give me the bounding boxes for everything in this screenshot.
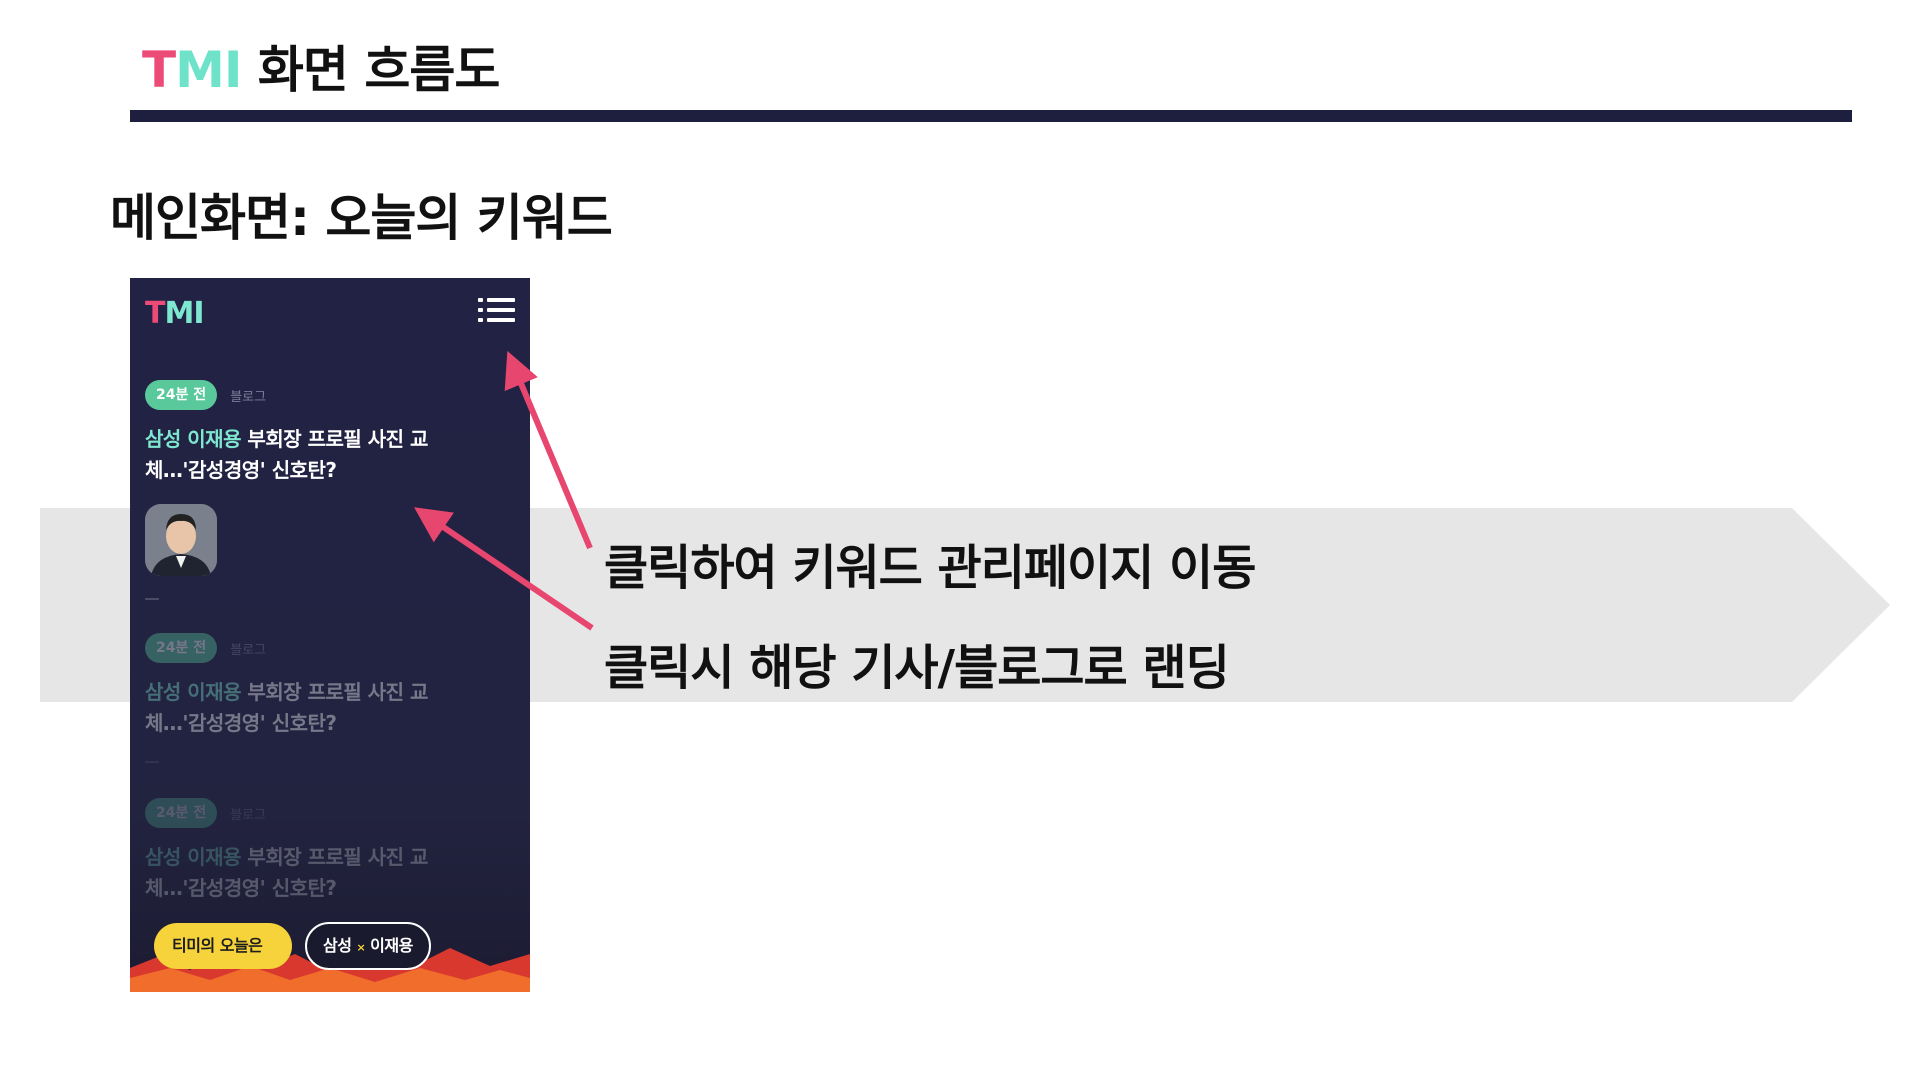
caption-article-click: 클릭시 해당 기사/블로그로 랜딩 — [604, 640, 1230, 696]
title-logo-i: I — [223, 41, 243, 99]
news-thumbnail[interactable] — [145, 504, 217, 576]
app-logo-t: T — [145, 296, 165, 331]
time-badge: 24분 전 — [145, 798, 218, 828]
headline-keyword: 삼성 이재용 — [145, 427, 241, 451]
title-logo-m: M — [175, 41, 225, 99]
news-card[interactable]: 24분 전 블로그 삼성 이재용 부회장 프로필 사진 교 체…'감성경영' 신… — [145, 798, 505, 904]
news-card[interactable]: 24분 전 블로그 삼성 이재용 부회장 프로필 사진 교 체…'감성경영' 신… — [145, 380, 505, 600]
card-divider — [145, 761, 159, 763]
keyword-pair-button[interactable]: 삼성 × 이재용 — [305, 922, 431, 970]
menu-icon[interactable] — [478, 296, 516, 326]
keyword-b: 이재용 — [370, 936, 413, 955]
app-logo-i: I — [193, 296, 204, 331]
today-tmi-label: 티미의 오늘은 — [172, 936, 263, 955]
news-headline[interactable]: 삼성 이재용 부회장 프로필 사진 교 체…'감성경영' 신호탄? — [145, 842, 505, 904]
time-badge: 24분 전 — [145, 633, 218, 663]
headline-line1: 부회장 프로필 사진 교 — [240, 427, 428, 451]
card-divider — [145, 598, 159, 600]
caption-menu-click: 클릭하여 키워드 관리페이지 이동 — [604, 540, 1256, 596]
source-label: 블로그 — [230, 642, 267, 658]
headline-line2: 체…'감성경영' 신호탄? — [145, 458, 337, 482]
app-logo-m: M — [164, 296, 194, 331]
time-badge: 24분 전 — [145, 380, 218, 410]
source-label: 블로그 — [230, 389, 267, 405]
headline-line1: 부회장 프로필 사진 교 — [240, 680, 428, 704]
title-logo-t: T — [142, 41, 176, 99]
title-divider — [130, 110, 1852, 122]
news-card[interactable]: 24분 전 블로그 삼성 이재용 부회장 프로필 사진 교 체…'감성경영' 신… — [145, 633, 505, 763]
section-title: 메인화면: 오늘의 키워드 — [110, 189, 613, 247]
headline-line2: 체…'감성경영' 신호탄? — [145, 711, 337, 735]
headline-line2: 체…'감성경영' 신호탄? — [145, 876, 337, 900]
news-headline[interactable]: 삼성 이재용 부회장 프로필 사진 교 체…'감성경영' 신호탄? — [145, 424, 505, 486]
phone-screen: TMI 24분 전 블로그 삼성 이재용 부회장 프로필 사진 교 체…'감성경… — [130, 278, 530, 992]
today-tmi-button[interactable]: 티미의 오늘은 — [154, 923, 293, 969]
keyword-a: 삼성 — [323, 936, 352, 955]
headline-keyword: 삼성 이재용 — [145, 845, 241, 869]
keyword-separator: × — [356, 941, 366, 954]
headline-keyword: 삼성 이재용 — [145, 680, 241, 704]
news-headline[interactable]: 삼성 이재용 부회장 프로필 사진 교 체…'감성경영' 신호탄? — [145, 677, 505, 739]
title-text: 화면 흐름도 — [257, 41, 500, 99]
headline-line1: 부회장 프로필 사진 교 — [240, 845, 428, 869]
app-logo[interactable]: TMI — [145, 296, 205, 331]
slide-title: TMI 화면 흐름도 — [142, 30, 500, 102]
source-label: 블로그 — [230, 807, 267, 823]
